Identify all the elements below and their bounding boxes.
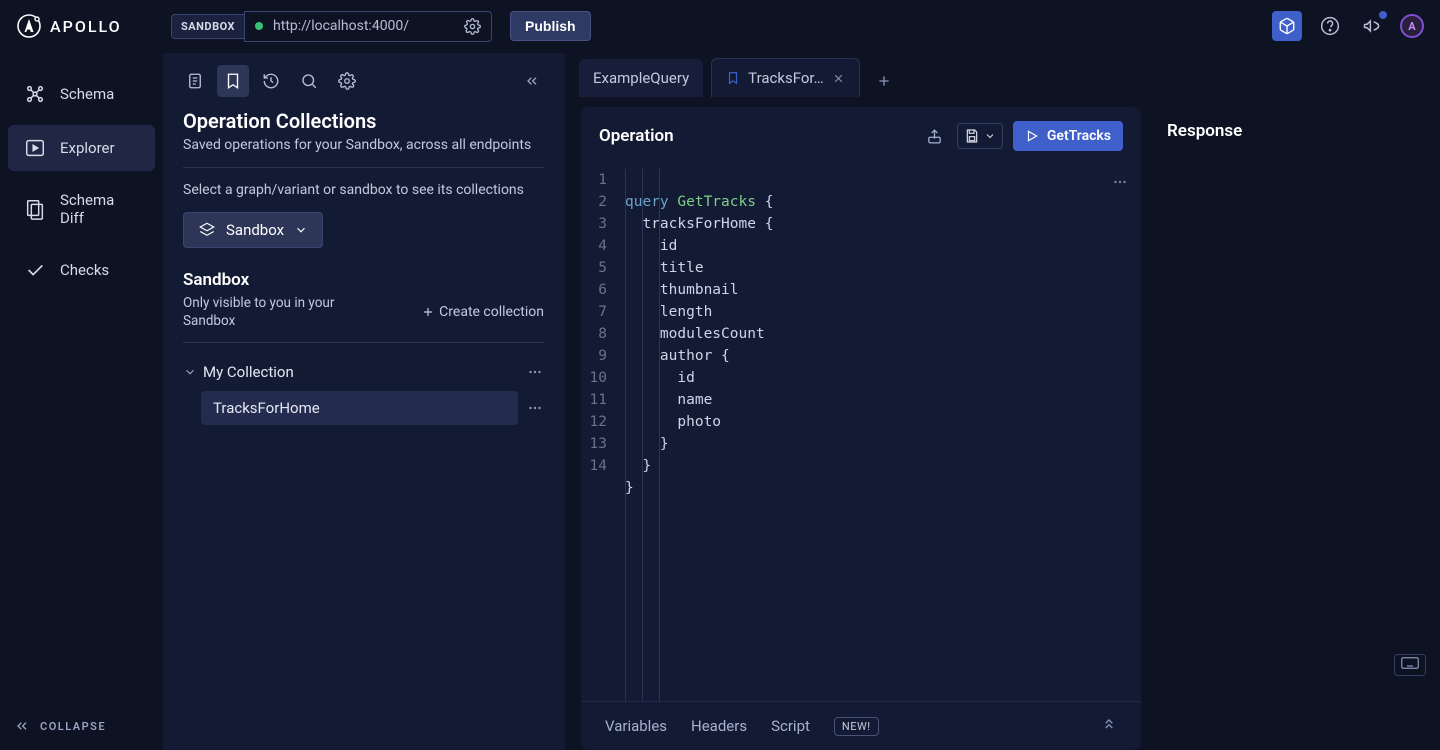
nav-label: Schema Diff: [60, 191, 139, 227]
editor-footer: Variables Headers Script NEW!: [581, 701, 1141, 750]
plus-icon: [421, 305, 435, 319]
tab-label: TracksFor…: [748, 69, 823, 87]
close-icon[interactable]: [832, 72, 845, 85]
left-nav: Schema Explorer Schema Diff Checks COLLA…: [0, 53, 163, 750]
schema-icon: [24, 83, 46, 105]
section-title: Sandbox: [183, 270, 544, 290]
bookmark-icon[interactable]: [217, 65, 249, 97]
publish-button[interactable]: Publish: [510, 11, 591, 41]
endpoint-input[interactable]: http://localhost:4000/: [244, 11, 492, 42]
gear-icon[interactable]: [464, 18, 481, 35]
nav-item-explorer[interactable]: Explorer: [8, 125, 155, 171]
nav-label: Checks: [60, 261, 109, 279]
notification-dot-icon: [1379, 11, 1387, 19]
collection-item-menu-button[interactable]: [526, 399, 544, 417]
workspace: ExampleQuery TracksFor… Operation: [565, 53, 1440, 750]
check-icon: [24, 259, 46, 281]
tabs-row: ExampleQuery TracksFor…: [565, 53, 1440, 97]
nav-item-checks[interactable]: Checks: [8, 247, 155, 293]
collection-menu-button[interactable]: [526, 363, 544, 381]
collection-item[interactable]: TracksForHome: [201, 391, 518, 425]
help-icon[interactable]: [1316, 12, 1344, 40]
footer-tab-headers[interactable]: Headers: [691, 717, 747, 735]
settings-icon[interactable]: [331, 65, 363, 97]
apollo-logo-icon: [16, 13, 42, 39]
collection-row[interactable]: My Collection: [183, 361, 544, 383]
run-operation-button[interactable]: GetTracks: [1013, 121, 1123, 151]
topbar-right: A: [1272, 11, 1424, 41]
collapse-nav-button[interactable]: COLLAPSE: [0, 702, 163, 750]
chevrons-left-icon: [14, 718, 30, 734]
doc-icon[interactable]: [179, 65, 211, 97]
apollo-logo: APOLLO: [16, 13, 161, 39]
explorer-icon: [24, 137, 46, 159]
apollo-logo-text: APOLLO: [50, 17, 122, 36]
collapse-panel-icon[interactable]: [516, 65, 548, 97]
collapse-label: COLLAPSE: [40, 720, 106, 733]
footer-tab-script[interactable]: Script: [771, 717, 810, 735]
code-editor[interactable]: 1 2 3 4 5 6 7 8 9 10 11 12 13 14 query G…: [581, 165, 1141, 701]
chevron-down-icon: [984, 130, 996, 142]
divider: [183, 342, 544, 343]
endpoint-url: http://localhost:4000/: [273, 18, 454, 34]
response-title: Response: [1167, 121, 1416, 141]
operation-pane: Operation GetTracks: [581, 107, 1141, 750]
megaphone-icon[interactable]: [1358, 12, 1386, 40]
chevron-down-icon: [294, 223, 308, 237]
sandbox-badge: SANDBOX: [171, 14, 244, 39]
tab-example-query[interactable]: ExampleQuery: [579, 59, 703, 97]
collection-name: My Collection: [203, 363, 294, 381]
nav-item-schema-diff[interactable]: Schema Diff: [8, 179, 155, 239]
tab-label: ExampleQuery: [593, 69, 689, 87]
operation-title: Operation: [599, 126, 674, 146]
expand-footer-icon[interactable]: [1101, 716, 1117, 736]
nav-item-schema[interactable]: Schema: [8, 71, 155, 117]
history-icon[interactable]: [255, 65, 287, 97]
collections-hint: Select a graph/variant or sandbox to see…: [183, 182, 544, 198]
collections-title: Operation Collections: [183, 109, 544, 133]
status-dot-icon: [255, 22, 263, 30]
create-collection-label: Create collection: [439, 304, 544, 320]
tab-tracks-for-home[interactable]: TracksFor…: [711, 58, 859, 97]
response-pane: Response: [1159, 107, 1424, 750]
layers-icon: [198, 221, 216, 239]
new-badge: NEW!: [834, 717, 879, 736]
collections-toolbar: [163, 53, 564, 105]
create-collection-button[interactable]: Create collection: [421, 304, 544, 320]
bookmark-icon: [726, 71, 740, 85]
collections-panel: Operation Collections Saved operations f…: [163, 53, 565, 750]
share-icon[interactable]: [922, 124, 947, 149]
divider: [183, 167, 544, 168]
nav-label: Explorer: [60, 139, 115, 157]
play-icon: [1025, 129, 1039, 143]
editor-menu-icon[interactable]: [1111, 173, 1129, 198]
save-button[interactable]: [957, 123, 1003, 149]
code-content: query GetTracks { tracksForHome { id tit…: [615, 169, 1141, 701]
footer-tab-variables[interactable]: Variables: [605, 717, 667, 735]
cube-icon[interactable]: [1272, 11, 1302, 41]
line-gutter: 1 2 3 4 5 6 7 8 9 10 11 12 13 14: [581, 169, 615, 701]
topbar: APOLLO SANDBOX http://localhost:4000/ Pu…: [0, 0, 1440, 53]
diff-icon: [24, 198, 46, 220]
scope-label: Sandbox: [226, 221, 284, 239]
floppy-icon: [964, 128, 980, 144]
operation-header: Operation GetTracks: [581, 107, 1141, 165]
search-icon[interactable]: [293, 65, 325, 97]
endpoint-group: SANDBOX http://localhost:4000/: [171, 11, 492, 42]
run-label: GetTracks: [1047, 128, 1111, 144]
chevron-down-icon: [183, 365, 197, 379]
collections-subtitle: Saved operations for your Sandbox, acros…: [183, 137, 544, 153]
avatar[interactable]: A: [1400, 14, 1424, 38]
add-tab-button[interactable]: [868, 65, 900, 97]
section-desc: Only visible to you in your Sandbox: [183, 294, 363, 330]
nav-label: Schema: [60, 85, 114, 103]
collection-item-row: TracksForHome: [183, 391, 544, 425]
scope-selector[interactable]: Sandbox: [183, 212, 323, 248]
